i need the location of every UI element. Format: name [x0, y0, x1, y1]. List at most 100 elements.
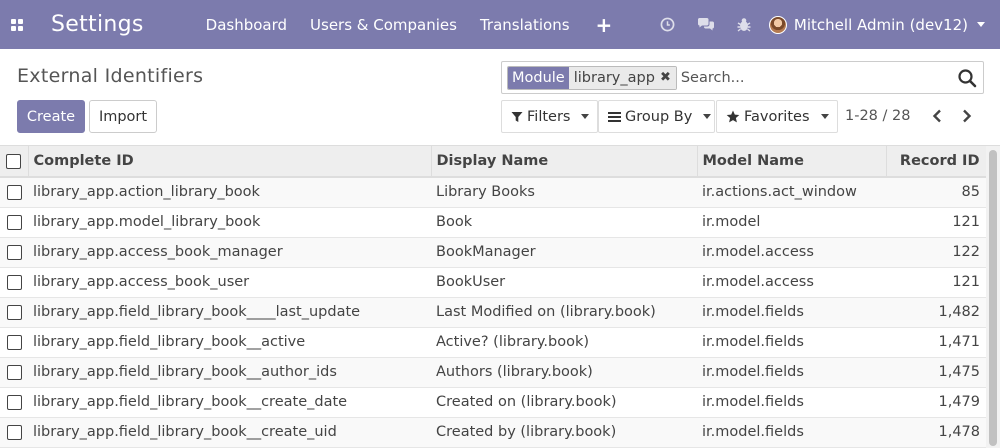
- facet-value: library_app: [568, 66, 660, 89]
- main-menu: Dashboard Users & Companies Translations: [206, 16, 593, 34]
- column-header-display-name[interactable]: Display Name: [431, 146, 698, 178]
- menu-users-companies[interactable]: Users & Companies: [310, 16, 457, 34]
- chevron-down-icon: [703, 114, 712, 119]
- records-table: Complete ID Display Name Model Name Reco…: [0, 146, 987, 448]
- groupby-dropdown[interactable]: Group By: [598, 100, 715, 133]
- apps-menu-icon[interactable]: [0, 0, 34, 49]
- create-button[interactable]: Create: [17, 100, 85, 133]
- plus-menu-icon[interactable]: +: [596, 13, 613, 37]
- table-header-row: Complete ID Display Name Model Name Reco…: [0, 146, 987, 178]
- cell-display-name: Created by (library.book): [431, 417, 697, 448]
- groupby-label: Group By: [625, 108, 693, 125]
- menu-translations[interactable]: Translations: [480, 16, 570, 34]
- cell-complete-id: library_app.model_library_book: [28, 207, 431, 238]
- cell-model-name: ir.model.access: [697, 267, 886, 298]
- systray: Mitchell Admin (dev12): [649, 0, 1000, 49]
- chevron-left-icon[interactable]: [925, 104, 949, 128]
- cell-display-name: Authors (library.book): [431, 357, 697, 388]
- bug-icon[interactable]: [725, 0, 763, 49]
- page-title: External Identifiers: [17, 65, 204, 87]
- select-all-checkbox[interactable]: [0, 146, 29, 178]
- chevron-down-icon: [977, 22, 985, 27]
- row-checkbox[interactable]: [0, 267, 28, 298]
- filter-icon: [511, 111, 523, 122]
- cell-model-name: ir.model.fields: [697, 357, 886, 388]
- cell-record-id: 121: [886, 207, 986, 238]
- cell-complete-id: library_app.field_library_book__active: [28, 327, 431, 358]
- row-checkbox[interactable]: [0, 357, 28, 388]
- cell-model-name: ir.model: [697, 207, 886, 238]
- close-icon[interactable]: ✖: [659, 66, 676, 89]
- cell-record-id: 85: [886, 177, 986, 208]
- table-row[interactable]: library_app.field_library_book__author_i…: [0, 357, 986, 388]
- chevron-down-icon: [581, 114, 590, 119]
- cell-display-name: BookUser: [431, 267, 697, 298]
- chevron-down-icon: [820, 114, 829, 119]
- cell-model-name: ir.model.fields: [697, 327, 886, 358]
- menu-dashboard[interactable]: Dashboard: [206, 16, 287, 34]
- table-body: library_app.action_library_book Library B…: [0, 177, 986, 448]
- search-input[interactable]: [680, 69, 951, 86]
- scrollbar[interactable]: [986, 146, 1000, 448]
- scrollbar-thumb[interactable]: [989, 150, 997, 446]
- search-facet: Module library_app ✖: [507, 65, 677, 90]
- clock-icon[interactable]: [649, 0, 687, 49]
- cell-record-id: 1,479: [886, 387, 986, 418]
- cell-model-name: ir.model.fields: [697, 417, 886, 448]
- table-row[interactable]: library_app.model_library_book Book ir.mod…: [0, 207, 986, 238]
- table-row[interactable]: library_app.field_library_book__create_u…: [0, 417, 986, 448]
- cell-display-name: BookManager: [431, 237, 697, 268]
- list-view: Complete ID Display Name Model Name Reco…: [0, 145, 1000, 448]
- chevron-right-icon[interactable]: [955, 104, 979, 128]
- table-row[interactable]: library_app.field_library_book____last_u…: [0, 297, 986, 328]
- favorites-label: Favorites: [744, 108, 810, 125]
- cell-complete-id: library_app.field_library_book__author_i…: [28, 357, 431, 388]
- row-checkbox[interactable]: [0, 327, 28, 358]
- filters-dropdown[interactable]: Filters: [501, 100, 598, 133]
- row-checkbox[interactable]: [0, 297, 28, 328]
- favorites-dropdown[interactable]: Favorites: [716, 100, 838, 133]
- row-checkbox[interactable]: [0, 387, 28, 418]
- cell-display-name: Last Modified on (library.book): [431, 297, 697, 328]
- cell-complete-id: library_app.field_library_book____last_u…: [28, 297, 431, 328]
- table-row[interactable]: library_app.access_book_manager BookManag…: [0, 237, 986, 268]
- row-checkbox[interactable]: [0, 177, 28, 208]
- row-checkbox[interactable]: [0, 417, 28, 448]
- cell-record-id: 1,482: [886, 297, 986, 328]
- chat-icon[interactable]: [687, 0, 725, 49]
- table-row[interactable]: library_app.field_library_book__active Ac…: [0, 327, 986, 358]
- table-row[interactable]: library_app.field_library_book__create_d…: [0, 387, 986, 418]
- bars-icon: [608, 111, 621, 122]
- cell-display-name: Created on (library.book): [431, 387, 697, 418]
- star-icon: [726, 110, 740, 123]
- cell-complete-id: library_app.action_library_book: [28, 177, 431, 208]
- row-checkbox[interactable]: [0, 207, 28, 238]
- search-bar: Module library_app ✖: [501, 61, 984, 94]
- cell-complete-id: library_app.field_library_book__create_u…: [28, 417, 431, 448]
- cell-complete-id: library_app.field_library_book__create_d…: [28, 387, 431, 418]
- search-icon[interactable]: [957, 68, 977, 88]
- app-brand[interactable]: Settings: [51, 12, 144, 37]
- row-checkbox[interactable]: [0, 237, 28, 268]
- cell-model-name: ir.model.fields: [697, 387, 886, 418]
- table-row[interactable]: library_app.access_book_user BookUser ir.m…: [0, 267, 986, 298]
- table-row[interactable]: library_app.action_library_book Library B…: [0, 177, 986, 208]
- column-header-model-name[interactable]: Model Name: [697, 146, 887, 178]
- cell-model-name: ir.model.access: [697, 237, 886, 268]
- column-header-record-id[interactable]: Record ID: [886, 146, 987, 178]
- cell-display-name: Library Books: [431, 177, 697, 208]
- user-name: Mitchell Admin (dev12): [793, 15, 968, 34]
- import-button[interactable]: Import: [89, 100, 157, 133]
- column-header-complete-id[interactable]: Complete ID: [28, 146, 432, 178]
- avatar: [768, 15, 787, 34]
- cell-display-name: Book: [431, 207, 697, 238]
- pager-value[interactable]: 1-28 / 28: [845, 108, 910, 124]
- cell-complete-id: library_app.access_book_manager: [28, 237, 431, 268]
- cell-model-name: ir.model.fields: [697, 297, 886, 328]
- top-navbar: Settings Dashboard Users & Companies Tra…: [0, 0, 1000, 49]
- filters-label: Filters: [527, 108, 571, 125]
- cell-record-id: 1,475: [886, 357, 986, 388]
- user-menu[interactable]: Mitchell Admin (dev12): [768, 15, 985, 34]
- cell-record-id: 1,471: [886, 327, 986, 358]
- cell-display-name: Active? (library.book): [431, 327, 697, 358]
